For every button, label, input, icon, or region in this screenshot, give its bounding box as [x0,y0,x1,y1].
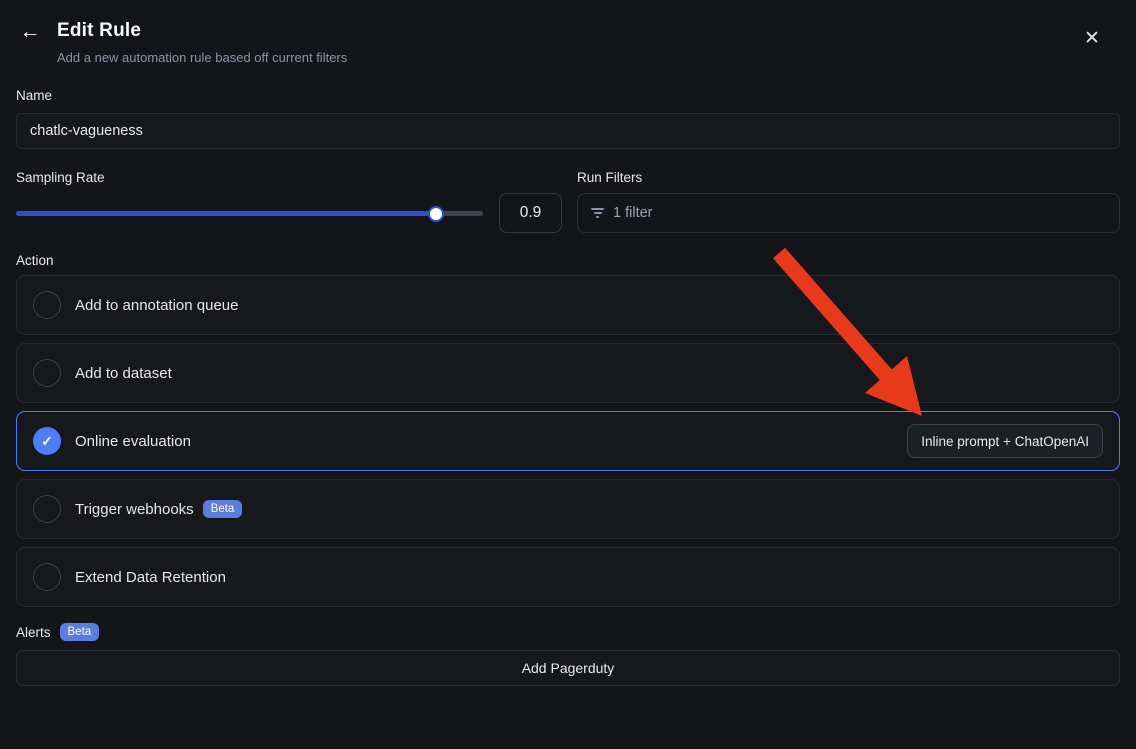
action-section: Action Add to annotation queue Add to da… [16,253,1120,607]
sampling-rate-slider[interactable] [16,193,483,233]
alerts-label: Alerts [16,625,51,640]
action-option-extend-data-retention[interactable]: Extend Data Retention [16,547,1120,607]
run-filters-label: Run Filters [577,170,1120,185]
sampling-rate-label: Sampling Rate [16,170,577,185]
inline-prompt-button[interactable]: Inline prompt + ChatOpenAI [907,424,1103,458]
radio-unchecked-icon[interactable] [33,495,61,523]
option-label: Add to annotation queue [75,297,238,314]
add-pagerduty-button[interactable]: Add Pagerduty [16,650,1120,686]
sampling-rate-value[interactable]: 0.9 [499,193,562,233]
back-button[interactable]: ← [16,18,44,46]
name-label: Name [16,88,1120,103]
action-option-trigger-webhooks[interactable]: Trigger webhooks Beta [16,479,1120,539]
run-filters-input[interactable]: 1 filter [577,193,1120,233]
option-label: Add to dataset [75,365,172,382]
run-filters-column: Run Filters 1 filter [577,170,1120,233]
page-subtitle: Add a new automation rule based off curr… [57,50,1120,65]
option-label: Online evaluation [75,433,191,450]
slider-thumb[interactable] [428,206,444,222]
header-titles: Edit Rule Add a new automation rule base… [57,18,1120,65]
close-button[interactable]: ✕ [1078,24,1106,52]
sampling-filters-row: Sampling Rate 0.9 Run Filters 1 filter [16,170,1120,233]
page-title: Edit Rule [57,18,1120,44]
close-icon: ✕ [1084,27,1100,50]
run-filters-value: 1 filter [613,205,653,221]
radio-unchecked-icon[interactable] [33,291,61,319]
radio-unchecked-icon[interactable] [33,359,61,387]
back-arrow-icon: ← [20,20,41,44]
slider-fill [16,211,436,216]
name-input[interactable] [16,113,1120,149]
action-option-annotation-queue[interactable]: Add to annotation queue [16,275,1120,335]
sampling-controls: 0.9 [16,193,577,233]
radio-checked-icon[interactable]: ✓ [33,427,61,455]
sampling-column: Sampling Rate 0.9 [16,170,577,233]
header: ← Edit Rule Add a new automation rule ba… [16,18,1120,65]
beta-badge: Beta [203,500,243,518]
edit-rule-panel: ← Edit Rule Add a new automation rule ba… [0,0,1136,702]
radio-unchecked-icon[interactable] [33,563,61,591]
action-option-online-evaluation[interactable]: ✓ Online evaluation Inline prompt + Chat… [16,411,1120,471]
option-label: Extend Data Retention [75,569,226,586]
filter-icon [591,208,604,218]
check-icon: ✓ [41,433,53,450]
beta-badge: Beta [60,623,100,641]
alerts-label-row: Alerts Beta [16,623,1120,641]
action-option-add-to-dataset[interactable]: Add to dataset [16,343,1120,403]
option-label: Trigger webhooks [75,501,194,518]
name-section: Name [16,88,1120,149]
action-label: Action [16,253,1120,268]
alerts-section: Alerts Beta Add Pagerduty [16,623,1120,686]
